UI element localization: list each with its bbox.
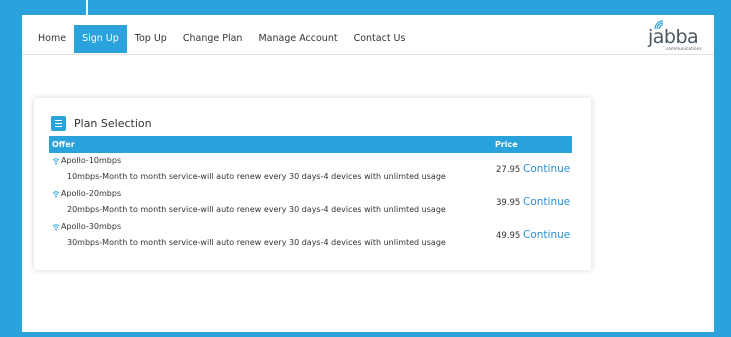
plan-name: Apollo-10mbps <box>52 156 121 165</box>
wifi-icon <box>52 190 60 197</box>
nav-item-home[interactable]: Home <box>30 25 74 53</box>
logo-tagline: communications <box>666 46 702 51</box>
logo-name: jabba <box>648 26 699 48</box>
frame-notch <box>86 0 88 15</box>
plan-description: 30mbps-Month to month service-will auto … <box>67 238 446 247</box>
plan-name: Apollo-20mbps <box>52 189 121 198</box>
nav-item-top-up[interactable]: Top Up <box>127 25 175 53</box>
list-icon <box>51 115 66 131</box>
plan-price: 49.95 <box>496 231 521 241</box>
nav-item-sign-up[interactable]: Sign Up <box>74 25 127 53</box>
plan-price: 27.95 <box>496 165 521 175</box>
plan-name-text: Apollo-20mbps <box>61 189 122 198</box>
plan-description: 10mbps-Month to month service-will auto … <box>67 172 446 181</box>
plan-description: 20mbps-Month to month service-will auto … <box>67 205 446 214</box>
page: Home Sign Up Top Up Change Plan Manage A… <box>22 15 714 332</box>
continue-link[interactable]: Continue <box>523 229 570 241</box>
plan-row: Apollo-10mbps 10mbps-Month to month serv… <box>49 154 572 186</box>
navbar: Home Sign Up Top Up Change Plan Manage A… <box>22 15 714 55</box>
plan-row: Apollo-30mbps 30mbps-Month to month serv… <box>49 220 572 252</box>
card-header: Plan Selection <box>51 115 152 131</box>
nav-item-change-plan[interactable]: Change Plan <box>175 25 251 53</box>
plan-selection-card: Plan Selection Offer Price Apollo-10mbps… <box>34 98 591 270</box>
wifi-icon <box>52 157 60 164</box>
plan-name: Apollo-30mbps <box>52 222 121 231</box>
column-header-price: Price <box>495 140 518 149</box>
continue-link[interactable]: Continue <box>523 163 570 175</box>
plan-name-text: Apollo-10mbps <box>61 156 122 165</box>
card-title: Plan Selection <box>74 116 152 130</box>
plan-row: Apollo-20mbps 20mbps-Month to month serv… <box>49 187 572 219</box>
plan-price: 39.95 <box>496 198 521 208</box>
wifi-icon <box>52 223 60 230</box>
column-header-offer: Offer <box>52 140 75 149</box>
plan-name-text: Apollo-30mbps <box>61 222 122 231</box>
nav-item-manage-account[interactable]: Manage Account <box>250 25 345 53</box>
nav-item-contact-us[interactable]: Contact Us <box>346 25 414 53</box>
jabba-logo[interactable]: jabba communications <box>648 20 706 53</box>
table-header: Offer Price <box>49 136 572 153</box>
nav-items: Home Sign Up Top Up Change Plan Manage A… <box>30 25 413 53</box>
continue-link[interactable]: Continue <box>523 196 570 208</box>
